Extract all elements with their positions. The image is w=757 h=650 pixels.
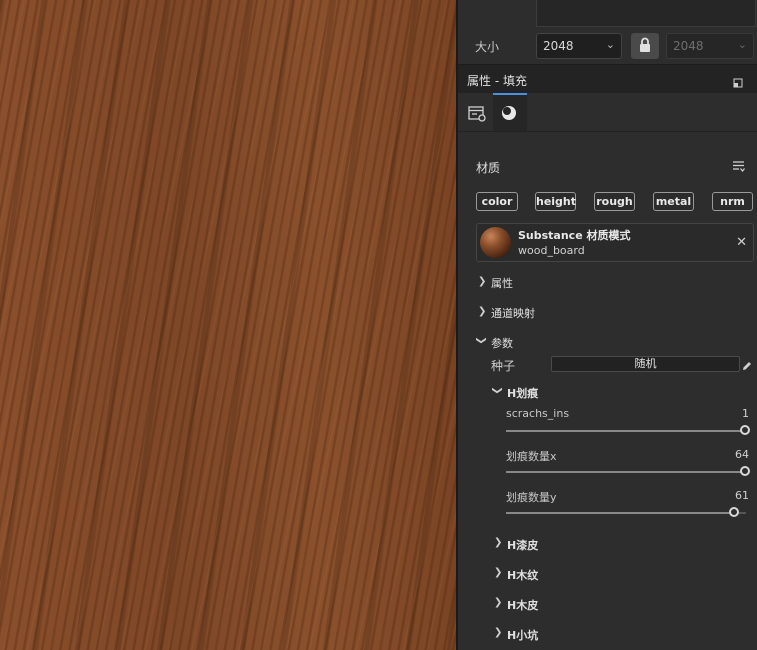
chevron-right-icon[interactable]: ❯ [494, 567, 502, 578]
group-paint-skin[interactable]: H漆皮 [507, 537, 538, 553]
seed-random-button[interactable]: 随机 [551, 356, 740, 372]
param-name: scrachs_ins [506, 407, 570, 420]
material-sphere-icon [502, 106, 516, 120]
close-icon[interactable]: ✕ [736, 235, 747, 250]
chevron-down-icon: ⌄ [737, 38, 747, 51]
section-channel-mapping[interactable]: 通道映射 [491, 305, 535, 321]
channel-chip-color[interactable]: color [476, 192, 518, 211]
tab-material[interactable] [493, 93, 527, 131]
group-wood-bark[interactable]: H木皮 [507, 597, 538, 613]
section-params[interactable]: 参数 [491, 335, 513, 351]
param-value[interactable]: 64 [735, 448, 749, 461]
substance-name: wood_board [518, 244, 585, 257]
panel-header: 属性 - 填充 [458, 64, 757, 94]
param-name: 划痕数量y [506, 491, 557, 504]
material-section-title: 材质 [476, 161, 501, 175]
panel-tabs [458, 93, 757, 132]
chevron-right-icon[interactable]: ❯ [478, 276, 486, 287]
size-label: 大小 [475, 40, 500, 54]
section-attributes[interactable]: 属性 [491, 275, 513, 291]
lock-icon [640, 37, 650, 52]
layer-settings-icon [468, 106, 486, 122]
size-value: 2048 [543, 39, 574, 53]
chevron-right-icon[interactable]: ❯ [494, 627, 502, 638]
size-select[interactable]: 2048 ⌄ [536, 33, 622, 59]
pencil-icon[interactable] [741, 357, 753, 376]
chevron-right-icon[interactable]: ❯ [494, 597, 502, 608]
panel-title: 属性 - 填充 [467, 74, 527, 88]
channel-chip-nrm[interactable]: nrm [712, 192, 753, 211]
top-preview-box [536, 0, 756, 27]
slider-knob[interactable] [729, 507, 739, 517]
list-menu-icon[interactable] [732, 158, 746, 177]
seed-label: 种子 [491, 359, 516, 373]
param-name: 划痕数量x [506, 450, 557, 463]
slider-knob[interactable] [740, 425, 750, 435]
slider-track[interactable] [506, 512, 735, 514]
chevron-right-icon[interactable]: ❯ [494, 537, 502, 548]
substance-material-card[interactable]: Substance 材质模式 wood_board ✕ [476, 223, 754, 262]
properties-panel: 大小 2048 ⌄ 2048 ⌄ 属性 - 填充 材质 color height… [458, 0, 757, 650]
slider-track[interactable] [506, 471, 746, 473]
chevron-down-icon[interactable]: ❯ [492, 386, 503, 394]
lock-button[interactable] [631, 33, 659, 59]
param-value[interactable]: 61 [735, 489, 749, 502]
param-value[interactable]: 1 [742, 407, 749, 420]
group-scratch-title[interactable]: H划痕 [507, 385, 538, 401]
texture-viewport[interactable] [0, 0, 456, 650]
group-small-pits[interactable]: H小坑 [507, 627, 538, 643]
group-wood-grain[interactable]: H木纹 [507, 567, 538, 583]
slider-track[interactable] [506, 430, 746, 432]
channel-chip-height[interactable]: height [535, 192, 576, 211]
chevron-down-icon: ⌄ [605, 38, 615, 51]
size-select-locked: 2048 ⌄ [666, 33, 754, 59]
chevron-right-icon[interactable]: ❯ [478, 306, 486, 317]
channel-chip-rough[interactable]: rough [594, 192, 635, 211]
material-thumbnail [480, 227, 511, 258]
channel-chip-metal[interactable]: metal [653, 192, 694, 211]
tab-layer-settings[interactable] [460, 93, 494, 131]
undock-icon[interactable] [733, 73, 743, 92]
chevron-down-icon[interactable]: ❯ [476, 336, 487, 344]
size-locked-value: 2048 [673, 39, 704, 53]
substance-title: Substance 材质模式 [518, 229, 631, 242]
slider-knob[interactable] [740, 466, 750, 476]
